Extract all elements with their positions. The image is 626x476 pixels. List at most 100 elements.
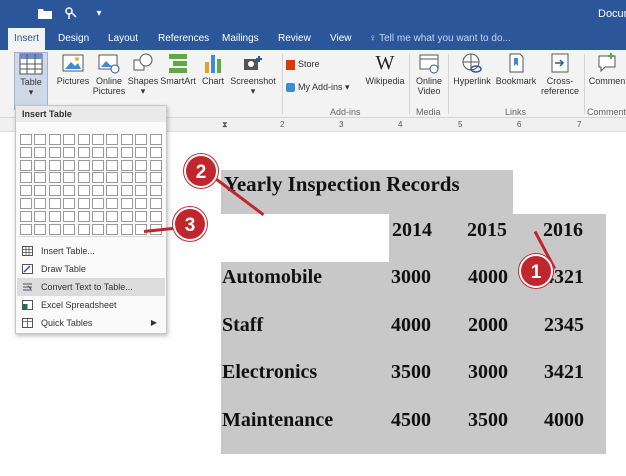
row-label[interactable]: Automobile — [222, 266, 322, 289]
table-grid-cell[interactable] — [34, 198, 47, 209]
customize-qat-icon[interactable]: ▾ — [90, 6, 108, 22]
table-grid-cell[interactable] — [92, 210, 104, 222]
table-cell[interactable]: 3000 — [391, 266, 431, 289]
year-header[interactable]: 2016 — [543, 219, 583, 242]
year-header[interactable]: 2014 — [392, 219, 432, 242]
table-grid-cell[interactable] — [20, 159, 32, 171]
table-grid-cell[interactable] — [92, 185, 104, 197]
touch-mode-icon[interactable] — [62, 6, 80, 22]
document-heading[interactable]: Yearly Inspection Records — [224, 172, 460, 197]
table-grid-cell[interactable] — [92, 223, 104, 235]
chart-button[interactable]: Chart — [199, 52, 227, 86]
table-grid-cell[interactable] — [20, 134, 32, 145]
table-grid-cell[interactable] — [106, 159, 119, 171]
table-cell[interactable]: 2345 — [544, 314, 584, 337]
table-grid-cell[interactable] — [63, 185, 76, 197]
table-grid-cell[interactable] — [120, 198, 133, 209]
table-grid-cell[interactable] — [63, 172, 76, 184]
table-grid-cell[interactable] — [120, 134, 133, 145]
table-grid-cell[interactable] — [48, 134, 61, 145]
table-grid-cell[interactable] — [48, 198, 61, 209]
comment-button[interactable]: Commen — [587, 52, 626, 86]
my-addins-button[interactable]: My Add-ins ▾ — [286, 82, 366, 93]
table-grid-cell[interactable] — [48, 185, 61, 197]
hyperlink-button[interactable]: Hyperlink — [450, 52, 494, 86]
table-grid-cell[interactable] — [63, 159, 76, 171]
insert-table-menu-item[interactable]: Insert Table... — [17, 242, 165, 260]
smartart-button[interactable]: SmartArt — [158, 52, 198, 86]
table-cell[interactable]: 4000 — [468, 266, 508, 289]
table-grid-cell[interactable] — [92, 159, 104, 171]
open-folder-icon[interactable] — [36, 6, 54, 22]
table-grid-cell[interactable] — [77, 185, 90, 197]
table-grid-cell[interactable] — [106, 185, 119, 197]
online-pictures-button[interactable]: Online Pictures — [92, 52, 126, 96]
table-grid-cell[interactable] — [63, 198, 76, 209]
tab-mailings[interactable]: Mailings — [216, 28, 265, 50]
table-grid-cell[interactable] — [106, 223, 119, 235]
wikipedia-button[interactable]: W Wikipedia — [363, 52, 407, 86]
table-grid-cell[interactable] — [34, 223, 47, 235]
table-grid-cell[interactable] — [92, 146, 104, 158]
table-cell[interactable]: 3500 — [391, 361, 431, 384]
table-grid-cell[interactable] — [77, 159, 90, 171]
table-grid-cell[interactable] — [48, 146, 61, 158]
online-video-button[interactable]: Online Video — [412, 52, 446, 96]
table-grid-cell[interactable] — [149, 198, 162, 209]
table-grid-cell[interactable] — [34, 172, 47, 184]
table-grid-cell[interactable] — [135, 198, 148, 209]
row-label[interactable]: Maintenance — [222, 409, 333, 432]
table-grid-cell[interactable] — [34, 159, 47, 171]
table-grid-cell[interactable] — [135, 185, 148, 197]
table-grid-cell[interactable] — [135, 172, 148, 184]
table-grid-cell[interactable] — [106, 210, 119, 222]
table-grid-cell[interactable] — [77, 172, 90, 184]
year-header[interactable]: 2015 — [467, 219, 507, 242]
table-grid-cell[interactable] — [120, 172, 133, 184]
store-button[interactable]: Store — [286, 59, 334, 70]
tab-references[interactable]: References — [152, 28, 215, 50]
table-grid-cell[interactable] — [149, 185, 162, 197]
table-grid-cell[interactable] — [63, 134, 76, 145]
row-label[interactable]: Staff — [222, 314, 263, 337]
table-grid-cell[interactable] — [149, 210, 162, 222]
table-grid-cell[interactable] — [34, 210, 47, 222]
table-grid-cell[interactable] — [135, 210, 148, 222]
table-grid-cell[interactable] — [48, 210, 61, 222]
bookmark-button[interactable]: Bookmark — [494, 52, 538, 86]
table-grid-cell[interactable] — [92, 198, 104, 209]
table-cell[interactable]: 4000 — [544, 409, 584, 432]
table-grid-cell[interactable] — [120, 185, 133, 197]
table-grid-cell[interactable] — [106, 134, 119, 145]
cross-reference-button[interactable]: Cross-reference — [538, 52, 582, 96]
table-grid-cell[interactable] — [120, 146, 133, 158]
table-grid-cell[interactable] — [34, 146, 47, 158]
table-grid-cell[interactable] — [135, 134, 148, 145]
table-grid-cell[interactable] — [135, 159, 148, 171]
table-grid-cell[interactable] — [63, 210, 76, 222]
table-cell[interactable]: 3000 — [468, 361, 508, 384]
table-grid-cell[interactable] — [106, 198, 119, 209]
tab-design[interactable]: Design — [52, 28, 95, 50]
table-grid-cell[interactable] — [120, 223, 133, 235]
table-grid-cell[interactable] — [20, 223, 32, 235]
table-grid-cell[interactable] — [48, 172, 61, 184]
tab-view[interactable]: View — [324, 28, 358, 50]
screenshot-button[interactable]: Screenshot ▾ — [228, 52, 278, 96]
table-grid-cell[interactable] — [77, 210, 90, 222]
table-grid-cell[interactable] — [77, 223, 90, 235]
table-grid-cell[interactable] — [92, 134, 104, 145]
table-grid-cell[interactable] — [20, 210, 32, 222]
table-grid-cell[interactable] — [34, 185, 47, 197]
pictures-button[interactable]: Pictures — [55, 52, 91, 86]
table-grid-cell[interactable] — [63, 223, 76, 235]
table-grid-cell[interactable] — [120, 159, 133, 171]
convert-text-to-table-menu-item[interactable]: Convert Text to Table... — [17, 278, 165, 296]
tell-me-box[interactable]: ♀ Tell me what you want to do... — [369, 28, 511, 50]
table-grid-cell[interactable] — [120, 210, 133, 222]
table-grid-cell[interactable] — [20, 198, 32, 209]
tab-layout[interactable]: Layout — [102, 28, 144, 50]
tab-review[interactable]: Review — [272, 28, 317, 50]
table-grid-cell[interactable] — [20, 172, 32, 184]
table-cell[interactable]: 4000 — [391, 314, 431, 337]
